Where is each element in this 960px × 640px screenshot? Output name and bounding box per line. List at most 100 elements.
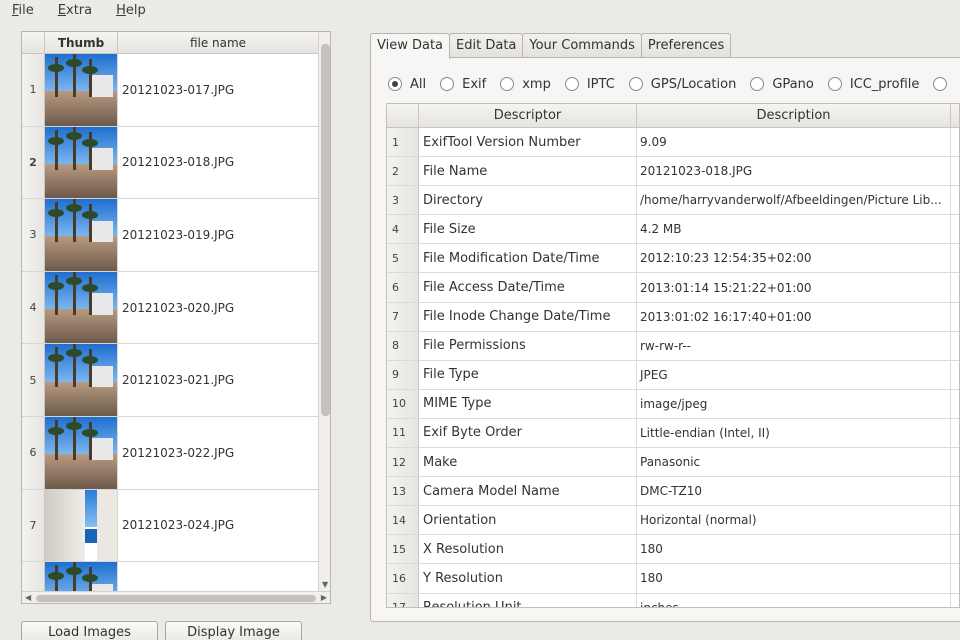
row-number[interactable]: 16 — [387, 564, 419, 593]
radio-option[interactable]: xmp — [500, 77, 551, 92]
vertical-scroll-thumb[interactable] — [321, 44, 330, 416]
row-number[interactable]: 13 — [387, 477, 419, 506]
description-cell[interactable]: 9.09 — [637, 128, 951, 157]
tab-preferences[interactable]: Preferences — [640, 33, 732, 58]
scroll-right-arrow-icon[interactable]: ▶ — [321, 593, 327, 602]
file-list-row[interactable]: 3 20121023-019.JPG — [22, 199, 318, 272]
menu-extra[interactable]: Extra — [52, 3, 98, 18]
radio-button-icon[interactable] — [933, 77, 948, 91]
row-number[interactable]: 4 — [22, 271, 45, 344]
descriptor-cell[interactable]: Make — [419, 448, 637, 477]
file-list-row[interactable]: 4 20121023-020.JPG — [22, 271, 318, 345]
radio-button-icon[interactable] — [564, 77, 579, 91]
description-cell[interactable]: Horizontal (normal) — [637, 506, 951, 535]
thumbnail-cell[interactable] — [45, 126, 118, 199]
radio-button-icon[interactable] — [440, 77, 455, 91]
display-image-button[interactable]: Display Image — [165, 621, 302, 640]
thumbnail-cell[interactable] — [45, 271, 118, 344]
description-cell[interactable]: 20121023-018.JPG — [637, 157, 951, 186]
row-number[interactable]: 8 — [387, 331, 419, 360]
row-number[interactable]: 4 — [387, 215, 419, 244]
radio-option[interactable]: GPano — [750, 77, 814, 92]
descriptor-cell[interactable]: Resolution Unit — [419, 593, 637, 607]
radio-option[interactable]: ICC_profile — [827, 77, 919, 92]
tab-view-data[interactable]: View Data — [370, 33, 451, 59]
row-number[interactable]: 2 — [22, 126, 45, 199]
thumbnail-cell[interactable] — [45, 344, 118, 416]
metadata-row[interactable]: 5 File Modification Date/Time 2012:10:23… — [387, 244, 959, 274]
metadata-row[interactable]: 13 Camera Model Name DMC-TZ10 — [387, 477, 959, 507]
descriptor-cell[interactable]: X Resolution — [419, 535, 637, 564]
descriptor-cell[interactable]: Camera Model Name — [419, 477, 637, 506]
row-number[interactable]: 5 — [22, 344, 45, 416]
menu-file[interactable]: File — [6, 3, 40, 18]
column-header-thumb[interactable]: Thumb — [45, 32, 118, 53]
description-cell[interactable]: JPEG — [637, 360, 951, 389]
description-cell[interactable]: 2013:01:14 15:21:22+01:00 — [637, 273, 951, 302]
description-cell[interactable]: Panasonic — [637, 448, 951, 477]
metadata-row[interactable]: 14 Orientation Horizontal (normal) — [387, 506, 959, 536]
radio-option[interactable]: All — [388, 77, 426, 92]
radio-button-icon[interactable] — [628, 77, 643, 91]
load-images-button[interactable]: Load Images — [21, 621, 158, 640]
file-name-cell[interactable]: 20121023-020.JPG — [118, 272, 318, 344]
description-cell[interactable]: 2012:10:23 12:54:35+02:00 — [637, 244, 951, 273]
file-list-row[interactable] — [22, 562, 318, 591]
scroll-down-arrow-icon[interactable]: ▼ — [322, 580, 328, 589]
file-list-vertical-scrollbar[interactable]: ▼ — [318, 32, 330, 591]
description-cell[interactable]: image/jpeg — [637, 389, 951, 418]
row-number[interactable]: 9 — [387, 360, 419, 389]
menu-help[interactable]: Help — [110, 3, 152, 18]
row-number[interactable]: 14 — [387, 506, 419, 535]
row-number[interactable]: 5 — [387, 244, 419, 273]
metadata-row[interactable]: 8 File Permissions rw-rw-r-- — [387, 331, 959, 361]
file-name-cell[interactable]: 20121023-021.JPG — [118, 344, 318, 416]
tab-edit-data[interactable]: Edit Data — [449, 33, 524, 58]
descriptor-cell[interactable]: File Inode Change Date/Time — [419, 302, 637, 331]
row-number[interactable]: 17 — [387, 593, 419, 607]
description-cell[interactable]: 180 — [637, 535, 951, 564]
row-number[interactable]: 12 — [387, 448, 419, 477]
horizontal-scroll-thumb[interactable] — [36, 595, 316, 602]
row-number[interactable]: 7 — [22, 489, 45, 562]
column-header-file-name[interactable]: file name — [118, 32, 318, 53]
radio-option[interactable]: Exif — [440, 77, 486, 92]
metadata-row[interactable]: 3 Directory /home/harryvanderwolf/Afbeel… — [387, 186, 959, 216]
file-list-corner[interactable] — [22, 32, 45, 53]
file-list-row[interactable]: 1 20121023-017.JPG — [22, 54, 318, 127]
metadata-row[interactable]: 2 File Name 20121023-018.JPG — [387, 157, 959, 187]
descriptor-cell[interactable]: Orientation — [419, 506, 637, 535]
file-name-cell[interactable]: 20121023-022.JPG — [118, 417, 318, 489]
row-number[interactable] — [22, 562, 45, 591]
descriptor-cell[interactable]: Directory — [419, 186, 637, 215]
metadata-row[interactable]: 10 MIME Type image/jpeg — [387, 389, 959, 419]
row-number[interactable]: 11 — [387, 418, 419, 448]
row-number[interactable]: 7 — [387, 302, 419, 331]
description-cell[interactable]: DMC-TZ10 — [637, 477, 951, 506]
file-list-row[interactable]: 5 20121023-021.JPG — [22, 344, 318, 417]
radio-option[interactable]: GPS/Location — [628, 77, 736, 92]
radio-option[interactable]: IPTC — [564, 77, 615, 92]
metadata-table-corner[interactable] — [387, 104, 419, 127]
scroll-left-arrow-icon[interactable]: ◀ — [25, 593, 31, 602]
row-number[interactable]: 3 — [387, 186, 419, 215]
metadata-row[interactable]: 12 Make Panasonic — [387, 448, 959, 478]
tab-your-commands[interactable]: Your Commands — [522, 33, 642, 58]
metadata-row[interactable]: 4 File Size 4.2 MB — [387, 215, 959, 245]
descriptor-cell[interactable]: Exif Byte Order — [419, 418, 637, 448]
row-number[interactable]: 6 — [22, 416, 45, 489]
file-list-row[interactable]: 6 20121023-022.JPG — [22, 416, 318, 490]
row-number[interactable]: 15 — [387, 535, 419, 564]
descriptor-cell[interactable]: Y Resolution — [419, 564, 637, 593]
descriptor-cell[interactable]: File Type — [419, 360, 637, 389]
radio-button-icon[interactable] — [750, 77, 765, 91]
file-list-row[interactable]: 2 20121023-018.JPG — [22, 126, 318, 200]
description-cell[interactable]: inches — [637, 593, 951, 607]
descriptor-cell[interactable]: File Access Date/Time — [419, 273, 637, 302]
descriptor-cell[interactable]: File Size — [419, 215, 637, 244]
row-number[interactable]: 3 — [22, 199, 45, 271]
file-name-cell[interactable]: 20121023-024.JPG — [118, 490, 318, 562]
file-name-cell[interactable]: 20121023-018.JPG — [118, 127, 318, 199]
descriptor-cell[interactable]: ExifTool Version Number — [419, 128, 637, 157]
metadata-row[interactable]: 17 Resolution Unit inches — [387, 593, 959, 607]
